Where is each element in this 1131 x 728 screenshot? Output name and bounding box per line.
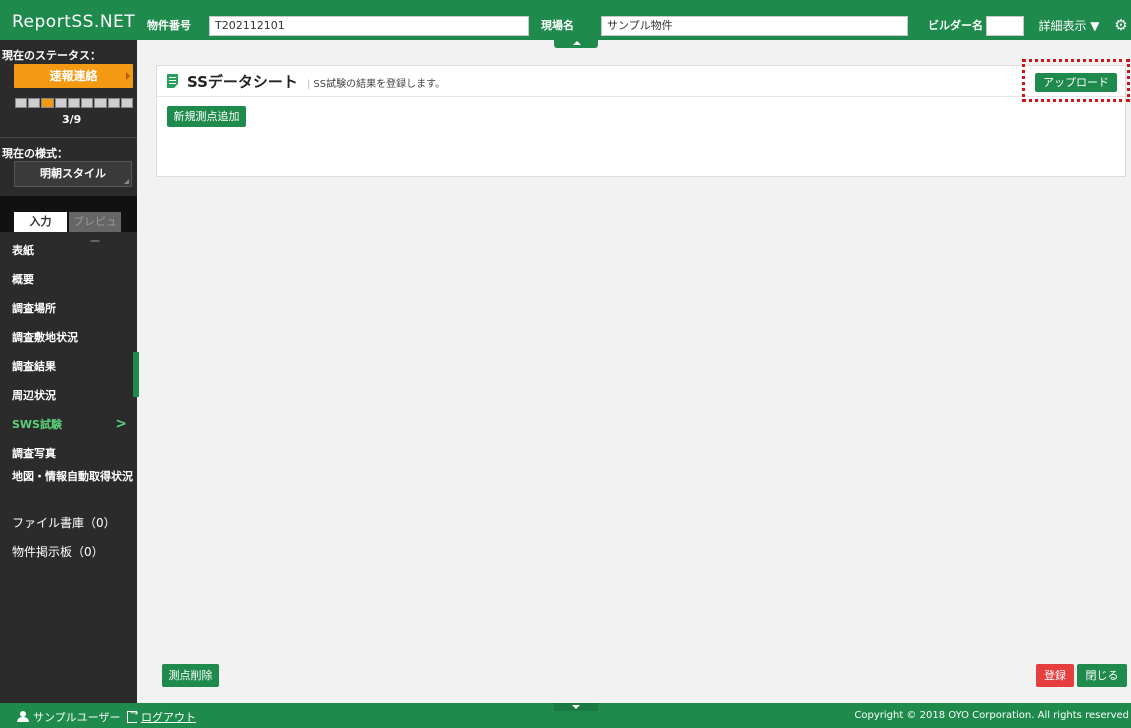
site-name-label: 現場名 xyxy=(541,19,574,32)
progress-segment xyxy=(107,98,120,108)
sidebar-item-sws-test[interactable]: SWS試験 > xyxy=(0,410,137,439)
panel-header: SSデータシート SS試験の結果を登録します。 アップロード xyxy=(157,66,1125,97)
page-subtitle: SS試験の結果を登録します。 xyxy=(307,75,445,90)
status-progress-text: 3/9 xyxy=(62,113,82,126)
progress-segment xyxy=(67,98,81,108)
brand-logo[interactable]: ReportSS.NET xyxy=(0,6,140,40)
property-no-label: 物件番号 xyxy=(147,19,191,32)
progress-segment xyxy=(120,98,133,108)
register-button[interactable]: 登録 xyxy=(1036,664,1074,687)
delete-point-button[interactable]: 測点削除 xyxy=(162,664,219,687)
sidebar-item-file-archive[interactable]: ファイル書庫（0） xyxy=(0,509,137,538)
gear-icon[interactable]: ⚙ xyxy=(1112,15,1130,35)
user-icon xyxy=(17,711,29,723)
progress-segment xyxy=(54,98,67,108)
style-select[interactable]: 明朝スタイル xyxy=(14,161,132,187)
ss-data-sheet-panel: SSデータシート SS試験の結果を登録します。 アップロード 新規測点追加 xyxy=(156,65,1126,177)
progress-segment xyxy=(15,98,28,108)
highlight-box xyxy=(1022,59,1130,102)
sidebar-item-survey-result[interactable]: 調査結果 xyxy=(0,352,137,381)
status-button[interactable]: 速報連絡 xyxy=(14,64,133,88)
detail-view-button[interactable]: 詳細表示 ▼ xyxy=(1033,16,1105,36)
chevron-right-icon: > xyxy=(115,416,127,432)
sidebar-item-overview[interactable]: 概要 xyxy=(0,265,137,294)
property-no-field[interactable]: T202112101 xyxy=(209,16,529,36)
close-button[interactable]: 閉じる xyxy=(1077,664,1127,687)
sidebar-toggle-handle[interactable] xyxy=(133,352,139,397)
collapse-header-handle[interactable] xyxy=(554,40,598,48)
collapse-footer-handle[interactable] xyxy=(554,703,598,711)
tab-input[interactable]: 入力 xyxy=(14,212,67,232)
sidebar-item-surroundings[interactable]: 周辺状況 xyxy=(0,381,137,410)
sidebar-item-label: SWS試験 xyxy=(12,418,62,431)
progress-segment xyxy=(81,98,94,108)
sidebar-item-survey-photos[interactable]: 調査写真 xyxy=(0,439,137,468)
sidebar-item-map-info[interactable]: 地図・情報自動取得状況 xyxy=(0,468,137,509)
builder-field[interactable] xyxy=(986,16,1024,36)
sidebar-menu: 表紙 概要 調査場所 調査敷地状況 調査結果 周辺状況 SWS試験 > 調査写真… xyxy=(0,236,137,567)
site-name-field[interactable]: サンプル物件 xyxy=(601,16,908,36)
sidebar-item-cover[interactable]: 表紙 xyxy=(0,236,137,265)
sidebar-divider xyxy=(0,137,137,138)
progress-segment xyxy=(28,98,41,108)
builder-label: ビルダー名 xyxy=(928,19,983,32)
status-progress-bar xyxy=(15,98,133,108)
progress-segment xyxy=(94,98,107,108)
copyright-text: Copyright © 2018 OYO Corporation. All ri… xyxy=(854,710,1129,721)
status-label: 現在のステータス： xyxy=(2,49,101,62)
add-point-button[interactable]: 新規測点追加 xyxy=(167,106,246,127)
page-title: SSデータシート xyxy=(187,73,298,91)
logout-link[interactable]: ログアウト xyxy=(141,709,196,725)
sidebar-item-site-condition[interactable]: 調査敷地状況 xyxy=(0,323,137,352)
tab-preview[interactable]: プレビュー xyxy=(69,212,121,248)
style-label: 現在の様式： xyxy=(2,147,68,160)
sidebar-item-bulletin-board[interactable]: 物件掲示板（0） xyxy=(0,538,137,567)
logout-icon xyxy=(127,708,138,723)
progress-segment xyxy=(41,98,54,108)
document-icon xyxy=(167,74,178,88)
user-name[interactable]: サンプルユーザー xyxy=(33,709,120,725)
sidebar-item-survey-location[interactable]: 調査場所 xyxy=(0,294,137,323)
